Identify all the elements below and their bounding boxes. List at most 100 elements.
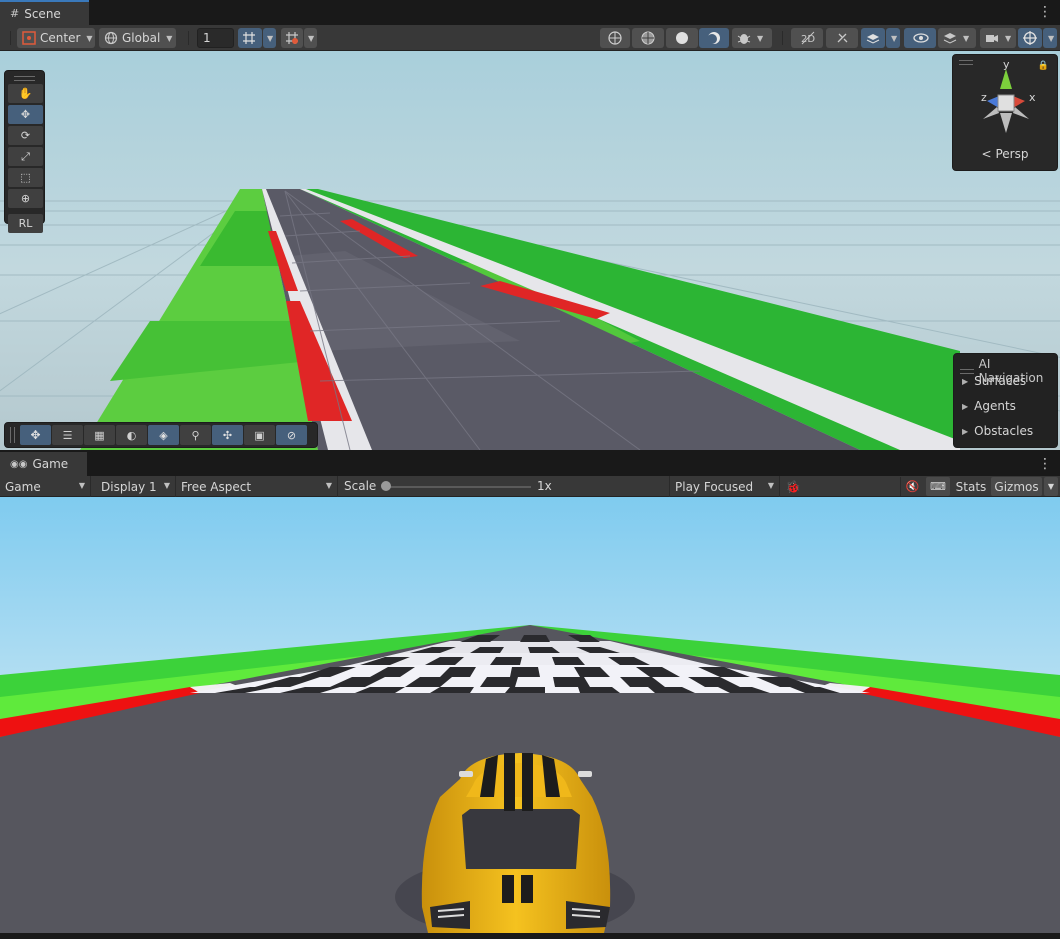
scene-visibility-button[interactable] bbox=[904, 28, 936, 48]
display-label: Display 1 bbox=[101, 479, 157, 494]
rl-tool-button[interactable]: RL bbox=[8, 214, 43, 233]
scene-viewport[interactable]: ✋ ✥ ⟳ ⤢ ⬚ ⊕ RL 🔒 y x z < Persp ✥ ☰ ▦ ◐ ◈… bbox=[0, 51, 1060, 450]
shortcuts-button[interactable]: ⌨ bbox=[926, 477, 950, 496]
view-mode-dropdown[interactable]: Game ▼ bbox=[0, 476, 91, 497]
scene-tabbar: # Scene ⋮ bbox=[0, 0, 1060, 25]
nav-item-label: Agents bbox=[974, 399, 1016, 413]
chevron-down-icon: ▼ bbox=[963, 33, 970, 43]
scale-tool-button[interactable]: ⤢ bbox=[8, 147, 43, 166]
chevron-down-icon: ▼ bbox=[267, 33, 274, 43]
overlay-move-button[interactable]: ✥ bbox=[20, 425, 51, 445]
wireframe-mode-button[interactable] bbox=[600, 28, 630, 48]
chevron-down-icon: ▼ bbox=[308, 33, 315, 43]
unlit-mode-button[interactable] bbox=[666, 28, 698, 48]
tab-scene[interactable]: # Scene bbox=[0, 0, 89, 25]
debug-draw-dropdown[interactable]: ▼ bbox=[732, 28, 772, 48]
mute-icon: 🔇 bbox=[905, 480, 920, 493]
axis-y-label: y bbox=[1003, 58, 1010, 71]
overlay-grip[interactable] bbox=[14, 76, 35, 81]
toolbar-grip bbox=[10, 31, 11, 45]
move-tool-button[interactable]: ✥ bbox=[8, 105, 43, 124]
scale-icon: ⤢ bbox=[21, 149, 30, 163]
display-dropdown[interactable]: Display 1 ▼ bbox=[96, 476, 176, 497]
gizmos-button[interactable]: Gizmos bbox=[991, 477, 1042, 496]
toggle-2d-button[interactable]: 2D bbox=[791, 28, 823, 48]
toggle-lighting-button[interactable] bbox=[826, 28, 858, 48]
camera-settings-dropdown[interactable]: ▼ bbox=[980, 28, 1016, 48]
transform-icon: ⊕ bbox=[20, 192, 31, 205]
layers-icon: ◈ bbox=[159, 428, 168, 442]
overlay-settings-button[interactable]: ☰ bbox=[52, 425, 83, 445]
gizmos-toggle-button[interactable] bbox=[1018, 28, 1042, 48]
play-mode-dropdown[interactable]: Play Focused ▼ bbox=[669, 476, 780, 497]
eye-icon bbox=[913, 31, 929, 45]
view-tool-button[interactable]: ✋ bbox=[8, 84, 43, 103]
view-mode-label: Game bbox=[5, 479, 41, 494]
overlay-compass-button[interactable]: ⊘ bbox=[276, 425, 307, 445]
stats-button[interactable]: Stats bbox=[953, 477, 989, 496]
chevron-down-icon: ▼ bbox=[163, 481, 170, 490]
scale-slider-track[interactable] bbox=[384, 486, 531, 488]
triangle-right-icon: ▶ bbox=[962, 401, 969, 411]
projection-toggle[interactable]: < Persp bbox=[953, 147, 1057, 161]
play-mode-label: Play Focused bbox=[675, 479, 754, 494]
shaded-sphere-icon bbox=[707, 31, 721, 45]
pivot-mode-dropdown[interactable]: Center ▼ bbox=[17, 28, 95, 48]
nav-item-label: Surfaces bbox=[974, 374, 1027, 388]
nav-item-surfaces[interactable]: ▶ Surfaces bbox=[962, 374, 1026, 388]
tab-scene-label: Scene bbox=[24, 6, 61, 21]
pivot-center-icon bbox=[22, 31, 36, 45]
layers-dropdown[interactable]: ▼ bbox=[938, 28, 976, 48]
shaded-wireframe-button[interactable] bbox=[632, 28, 664, 48]
increment-snap-dropdown[interactable]: ▼ bbox=[304, 28, 317, 48]
tab-game[interactable]: ◉◉ Game bbox=[0, 452, 87, 476]
shaded-wireframe-icon bbox=[641, 31, 655, 45]
game-viewport[interactable] bbox=[0, 497, 1060, 933]
toolbar-separator bbox=[782, 31, 783, 45]
mute-audio-button[interactable]: 🔇 bbox=[900, 477, 924, 496]
overlay-grid-button[interactable]: ▦ bbox=[84, 425, 115, 445]
gizmos-dropdown[interactable]: ▼ bbox=[1043, 28, 1057, 48]
overlay-shading-button[interactable]: ◐ bbox=[116, 425, 147, 445]
scale-slider-thumb[interactable] bbox=[381, 481, 391, 491]
effects-dropdown[interactable]: ▼ bbox=[886, 28, 900, 48]
rect-tool-button[interactable]: ⬚ bbox=[8, 168, 43, 187]
toggle-effects-button[interactable] bbox=[861, 28, 885, 48]
overlay-grip[interactable] bbox=[10, 427, 15, 443]
gizmo-icon bbox=[1023, 31, 1037, 45]
nav-item-obstacles[interactable]: ▶ Obstacles bbox=[962, 424, 1033, 438]
overlay-grip bbox=[960, 368, 974, 374]
gamepad-icon: ◉◉ bbox=[10, 458, 28, 470]
gizmos-dropdown[interactable]: ▼ bbox=[1044, 477, 1058, 496]
shaded-mode-button[interactable] bbox=[699, 28, 729, 48]
grid-snap-button[interactable] bbox=[238, 28, 262, 48]
pivot-rotation-dropdown[interactable]: Global ▼ bbox=[99, 28, 176, 48]
rotate-tool-button[interactable]: ⟳ bbox=[8, 126, 43, 145]
bug-icon: 🐞 bbox=[785, 479, 801, 494]
aspect-dropdown[interactable]: Free Aspect ▼ bbox=[176, 476, 338, 497]
overlay-layers-button[interactable]: ◈ bbox=[148, 425, 179, 445]
scene-more-menu-icon[interactable]: ⋮ bbox=[1038, 5, 1052, 19]
frame-debugger-button[interactable]: 🐞 bbox=[782, 477, 804, 496]
transform-tool-button[interactable]: ⊕ bbox=[8, 189, 43, 208]
chevron-down-icon: ▼ bbox=[325, 481, 332, 490]
triangle-right-icon: ▶ bbox=[962, 426, 969, 436]
game-toolbar: Game ▼ Display 1 ▼ Free Aspect ▼ Scale 1… bbox=[0, 476, 1060, 497]
bug-icon bbox=[737, 31, 751, 45]
search-icon: ⚲ bbox=[191, 428, 200, 442]
grid-snap-dropdown[interactable]: ▼ bbox=[263, 28, 276, 48]
rotate-icon: ⟳ bbox=[20, 129, 31, 142]
stack-icon bbox=[943, 31, 957, 45]
chevron-down-icon: ▼ bbox=[86, 33, 93, 43]
grid-size-field[interactable]: 1 bbox=[197, 28, 234, 48]
nav-item-agents[interactable]: ▶ Agents bbox=[962, 399, 1016, 413]
tab-game-label: Game bbox=[32, 457, 69, 471]
ai-navigation-overlay: AI Navigation ▶ Surfaces ▶ Agents ▶ Obst… bbox=[953, 353, 1058, 448]
game-more-menu-icon[interactable]: ⋮ bbox=[1038, 457, 1052, 471]
orientation-gizmo[interactable]: 🔒 y x z < Persp bbox=[952, 54, 1058, 171]
chevron-down-icon: ▼ bbox=[166, 33, 173, 43]
increment-snap-button[interactable] bbox=[281, 28, 303, 48]
overlay-pivot-button[interactable]: ✣ bbox=[212, 425, 243, 445]
overlay-camera-button[interactable]: ▣ bbox=[244, 425, 275, 445]
overlay-search-button[interactable]: ⚲ bbox=[180, 425, 211, 445]
